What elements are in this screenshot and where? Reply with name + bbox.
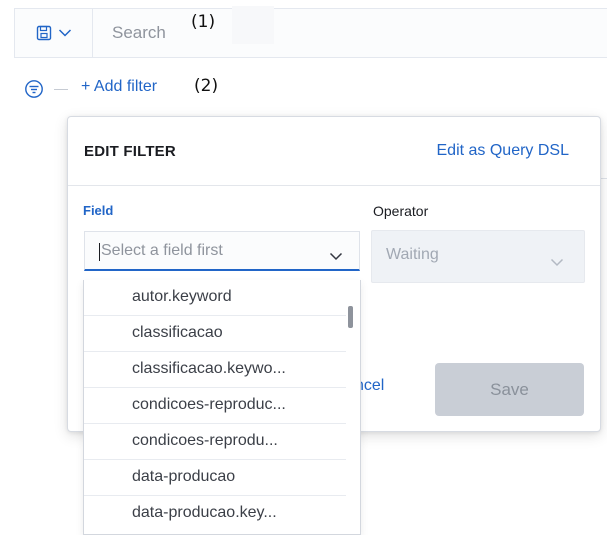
operator-label: Operator [373, 203, 429, 219]
field-option[interactable]: autor.keyword [84, 280, 346, 316]
field-option[interactable]: condicoes-reprodu... [84, 424, 346, 460]
chevron-down-icon [58, 28, 72, 38]
field-option-label: autor.keyword [132, 288, 232, 305]
field-option[interactable]: classificacao.keywo... [84, 352, 346, 388]
app-screen: Search (1) + Add filter (2) EDIT FILTER … [0, 0, 607, 535]
text-caret [99, 243, 100, 261]
popover-title: EDIT FILTER [84, 143, 176, 160]
annotation-label-1: (1) [191, 12, 216, 32]
add-filter-button[interactable]: + Add filter [81, 78, 157, 96]
field-option-label: classificacao [132, 324, 223, 341]
popover-divider [68, 185, 600, 186]
filter-separator [54, 89, 68, 90]
field-option-label: condicoes-reproduc... [132, 396, 286, 413]
field-option[interactable]: data-producao.key... [84, 496, 346, 532]
chevron-down-icon[interactable] [329, 248, 343, 266]
search-input[interactable]: Search [112, 23, 166, 43]
background-divider [600, 178, 607, 179]
operator-value: Waiting [386, 246, 439, 263]
field-combobox[interactable]: Select a field first [84, 231, 360, 271]
field-option[interactable]: classificacao [84, 316, 346, 352]
operator-combobox: Waiting [371, 230, 585, 283]
field-placeholder: Select a field first [101, 242, 223, 259]
save-button: Save [435, 363, 584, 416]
field-label: Field [83, 203, 114, 218]
field-option-label: data-producao.key... [132, 504, 277, 521]
field-option-label: data-producao [132, 468, 236, 485]
chevron-down-icon [550, 254, 564, 272]
save-icon [36, 25, 52, 41]
field-option-label: condicoes-reprodu... [132, 432, 278, 449]
edit-as-query-dsl-link[interactable]: Edit as Query DSL [437, 142, 570, 160]
image-smudge [232, 6, 274, 44]
query-bar: Search [14, 8, 607, 58]
annotation-label-2: (2) [194, 76, 219, 96]
saved-queries-button[interactable] [15, 9, 93, 57]
field-option-label: classificacao.keywo... [132, 360, 286, 377]
filter-icon[interactable] [24, 79, 44, 104]
field-option[interactable]: data-producao [84, 460, 346, 496]
field-options-list[interactable]: autor.keyword classificacao classificaca… [83, 280, 361, 535]
field-option[interactable]: condicoes-reproduc... [84, 388, 346, 424]
dropdown-scrollbar[interactable] [348, 306, 353, 328]
